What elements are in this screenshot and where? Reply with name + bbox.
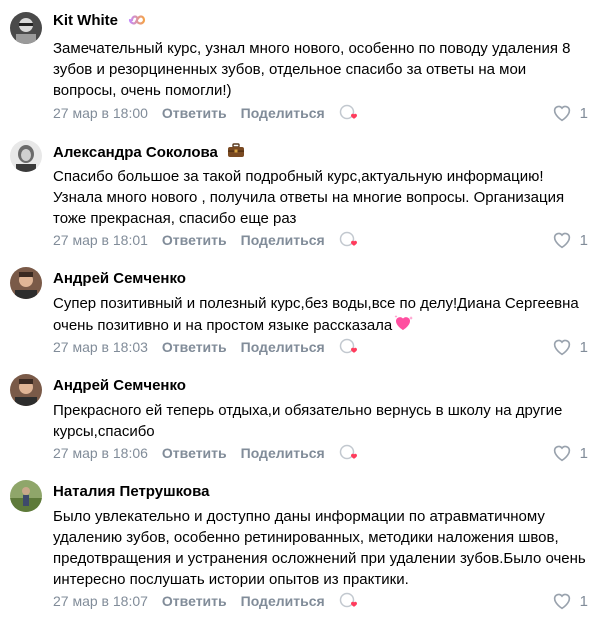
author-name-text[interactable]: Андрей Семченко xyxy=(53,270,186,287)
author-name[interactable]: Наталия Петрушкова xyxy=(53,483,209,501)
reaction-heart-icon xyxy=(339,444,357,460)
like-count: 1 xyxy=(579,338,588,356)
comment-meta: 27 мар в 18:07 Ответить Поделиться xyxy=(53,591,359,611)
reaction-heart-icon xyxy=(339,104,357,120)
avatar[interactable] xyxy=(10,12,42,44)
comment-time[interactable]: 27 мар в 18:03 xyxy=(53,337,148,357)
avatar[interactable] xyxy=(10,140,42,172)
share-button[interactable]: Поделиться xyxy=(241,591,325,611)
avatar[interactable] xyxy=(10,374,42,406)
like-count: 1 xyxy=(579,104,588,122)
comment-meta: 27 мар в 18:00 Ответить Поделиться xyxy=(53,103,359,123)
reaction-button[interactable] xyxy=(339,338,359,356)
like-count: 1 xyxy=(579,592,588,610)
comment-text-body: Супер позитивный и полезный курс,без вод… xyxy=(53,295,579,334)
like-button[interactable]: 1 xyxy=(552,230,588,250)
like-button[interactable]: 1 xyxy=(552,337,588,357)
author-name-text[interactable]: Андрей Семченко xyxy=(53,377,186,394)
like-count: 1 xyxy=(579,444,588,462)
author-name-text[interactable]: Александра Соколова xyxy=(53,144,218,161)
reply-button[interactable]: Ответить xyxy=(162,443,227,463)
author-name[interactable]: Александра Соколова xyxy=(53,143,245,163)
comment-text: Спасибо большое за такой подробный курс,… xyxy=(53,168,565,227)
sparkling-heart-icon xyxy=(393,314,415,338)
comment-meta: 27 мар в 18:06 Ответить Поделиться xyxy=(53,443,359,463)
like-button[interactable]: 1 xyxy=(552,443,588,463)
like-button[interactable]: 1 xyxy=(552,103,588,123)
avatar[interactable] xyxy=(10,267,42,299)
like-count: 1 xyxy=(579,231,588,249)
comment-meta: 27 мар в 18:03 Ответить Поделиться xyxy=(53,337,359,357)
share-button[interactable]: Поделиться xyxy=(241,337,325,357)
reply-button[interactable]: Ответить xyxy=(162,337,227,357)
heart-outline-icon xyxy=(553,105,570,122)
heart-outline-icon xyxy=(553,445,570,462)
reply-button[interactable]: Ответить xyxy=(162,230,227,250)
comment-text: Супер позитивный и полезный курс,без вод… xyxy=(53,293,593,338)
like-button[interactable]: 1 xyxy=(552,591,588,611)
briefcase-icon xyxy=(227,143,245,163)
author-name[interactable]: Андрей Семченко xyxy=(53,377,186,395)
avatar[interactable] xyxy=(10,480,42,512)
comments-feed: Kit White Замечательный курс, узнал мног… xyxy=(0,0,602,623)
reply-button[interactable]: Ответить xyxy=(162,591,227,611)
comment-text: Прекрасного ей теперь отдыха,и обязатель… xyxy=(53,402,563,440)
reaction-heart-icon xyxy=(339,231,357,247)
heart-outline-icon xyxy=(553,593,570,610)
reaction-heart-icon xyxy=(339,592,357,608)
heart-outline-icon xyxy=(553,339,570,356)
reaction-button[interactable] xyxy=(339,592,359,610)
author-name[interactable]: Kit White xyxy=(53,12,147,31)
comment-time[interactable]: 27 мар в 18:01 xyxy=(53,230,148,250)
share-button[interactable]: Поделиться xyxy=(241,443,325,463)
share-button[interactable]: Поделиться xyxy=(241,103,325,123)
heart-outline-icon xyxy=(553,232,570,249)
reply-button[interactable]: Ответить xyxy=(162,103,227,123)
comment-time[interactable]: 27 мар в 18:00 xyxy=(53,103,148,123)
reaction-button[interactable] xyxy=(339,444,359,462)
comment-time[interactable]: 27 мар в 18:06 xyxy=(53,443,148,463)
author-name-text[interactable]: Наталия Петрушкова xyxy=(53,483,209,500)
author-name[interactable]: Андрей Семченко xyxy=(53,270,186,288)
comment-text: Замечательный курс, узнал много нового, … xyxy=(53,40,571,99)
comment-meta: 27 мар в 18:01 Ответить Поделиться xyxy=(53,230,359,250)
share-button[interactable]: Поделиться xyxy=(241,230,325,250)
comment-time[interactable]: 27 мар в 18:07 xyxy=(53,591,148,611)
reaction-button[interactable] xyxy=(339,104,359,122)
author-name-text[interactable]: Kit White xyxy=(53,12,118,29)
comment-text: Было увлекательно и доступно даны информ… xyxy=(53,508,586,588)
infinity-icon xyxy=(127,13,147,31)
reaction-button[interactable] xyxy=(339,231,359,249)
reaction-heart-icon xyxy=(339,338,357,354)
